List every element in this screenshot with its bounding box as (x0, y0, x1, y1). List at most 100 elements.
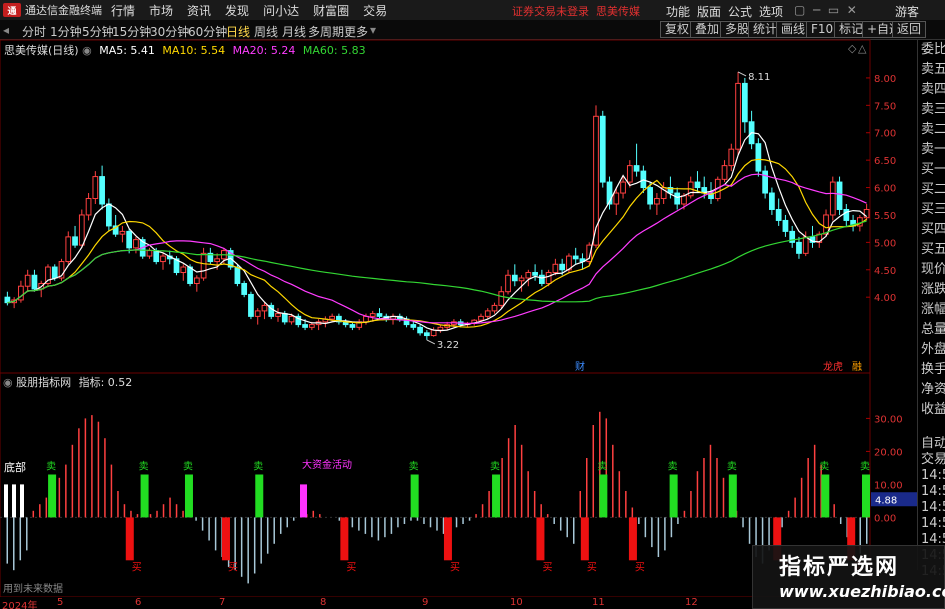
candle-body (633, 165, 640, 172)
candle-body (288, 315, 295, 323)
candle-body (525, 272, 532, 279)
date-label: 9 (422, 597, 429, 608)
price-chart[interactable]: 8.00 7.50 7.00 6.50 6.00 5.50 5.00 4.50 4.00 30.0… (0, 0, 917, 609)
watermark: 指标严选网 www.xuezhibiao.com (752, 545, 945, 609)
date-label: 6 (135, 597, 142, 608)
y-tick-label: 4.50 (874, 266, 896, 277)
ind-y-tick-label: 20.00 (874, 447, 903, 458)
sell-signal-label: 卖 (819, 461, 829, 473)
candle-body (369, 313, 376, 317)
buy-signal-bar (628, 517, 637, 561)
sell-signal-bar (728, 474, 737, 518)
order-panel-row: 买一 (921, 162, 945, 177)
candle-body (572, 255, 579, 260)
order-panel-row: 自动 (921, 436, 945, 451)
candle-body (735, 82, 741, 150)
indicator-value: 指标: 0.52 (78, 376, 133, 389)
sell-signal-bar (140, 474, 149, 518)
candle-body (593, 115, 599, 246)
date-label: 5 (57, 597, 64, 608)
order-panel: 委比 卖五 卖四 卖三 卖二 卖一 买一 买二 买三 买四 买五 现价 涨跌 涨幅 总量 外盘 换手 净资 收益 自动… (917, 40, 945, 579)
candle-body (769, 192, 775, 210)
candle-body (160, 255, 166, 263)
order-panel-row: 涨幅 (921, 302, 945, 317)
diamond-icon: ◇ (848, 42, 857, 55)
candle-body (484, 310, 491, 317)
candle-body (281, 313, 288, 323)
y-tick-label: 5.50 (874, 211, 896, 222)
sell-signal-bar (862, 474, 870, 518)
candle-body (275, 313, 281, 317)
bottom-marker-bar (4, 484, 8, 518)
sell-signal-bar (410, 474, 419, 518)
order-panel-row: 总量 (921, 322, 945, 337)
y-tick-label: 7.50 (874, 101, 896, 112)
order-panel-row: 14:56 (921, 500, 945, 515)
candle-body (65, 236, 72, 263)
watermark-url: www.xuezhibiao.com (779, 582, 945, 601)
candle-body (423, 332, 430, 337)
sell-signal-bar (492, 474, 501, 518)
order-panel-row: 卖二 (921, 122, 945, 137)
high-label: 8.11 (748, 72, 770, 83)
sell-signal-bar (821, 474, 830, 518)
candle-body (654, 198, 660, 205)
candle-body (802, 236, 809, 254)
order-panel-row: 14:56 (921, 516, 945, 531)
low-pointer (426, 339, 436, 345)
candle-body (681, 195, 687, 205)
candle-body (782, 219, 789, 232)
y-tick-label: 4.00 (874, 293, 896, 304)
event-marker: 龙虎 (823, 360, 843, 373)
ma5-line (7, 132, 867, 332)
candle-body (153, 250, 160, 263)
order-panel-row: 买五 (921, 242, 945, 257)
order-panel-row: 买四 (921, 222, 945, 237)
candle-body (796, 241, 802, 254)
candle-body (302, 324, 308, 328)
candle-body (755, 143, 762, 172)
candle-body (234, 266, 241, 284)
candle-body (478, 315, 484, 321)
future-data-note: 用到未来数据 (3, 582, 63, 595)
buy-signal-label: 买 (228, 561, 238, 573)
buy-signal-bar (221, 517, 230, 561)
buy-signal-bar (340, 517, 349, 561)
candle-body (538, 274, 545, 284)
candle-body (430, 329, 437, 337)
candle-body (241, 282, 248, 295)
event-marker: 财 (575, 360, 585, 373)
y-tick-label: 7.00 (874, 129, 896, 140)
candle-body (721, 165, 728, 180)
candle-body (728, 148, 735, 167)
candle-body (417, 326, 423, 334)
date-label: 11 (592, 597, 605, 608)
ma20-label: MA20: 5.24 (232, 44, 296, 57)
order-panel-row: 外盘 (921, 342, 945, 357)
indicator-name: 股朋指标网 (16, 376, 72, 389)
candle-body (511, 274, 518, 282)
candle-body (823, 214, 829, 235)
candle-body (498, 291, 505, 306)
current-value: 4.88 (875, 495, 897, 506)
buy-signal-bar (536, 517, 545, 561)
candle-body (376, 313, 383, 317)
sell-signal-label: 卖 (860, 461, 870, 473)
sell-signal-bar (48, 474, 57, 518)
candle-body (119, 230, 126, 235)
candle-body (775, 208, 782, 221)
indicator-settings-icon[interactable]: ◉ (3, 376, 13, 389)
high-pointer (737, 71, 747, 77)
order-panel-row: 现价 (921, 262, 945, 277)
candle-body (518, 277, 525, 282)
buy-signal-bar (580, 517, 589, 561)
candle-body (200, 252, 207, 279)
candle-body (261, 304, 268, 312)
candle-body (72, 236, 78, 246)
settings-icon[interactable]: ◉ (82, 44, 92, 57)
y-tick-label: 8.00 (874, 74, 896, 85)
date-label: 8 (320, 597, 327, 608)
y-tick-label: 5.00 (874, 238, 896, 249)
candle-body (620, 181, 626, 194)
candle-body (24, 274, 31, 287)
